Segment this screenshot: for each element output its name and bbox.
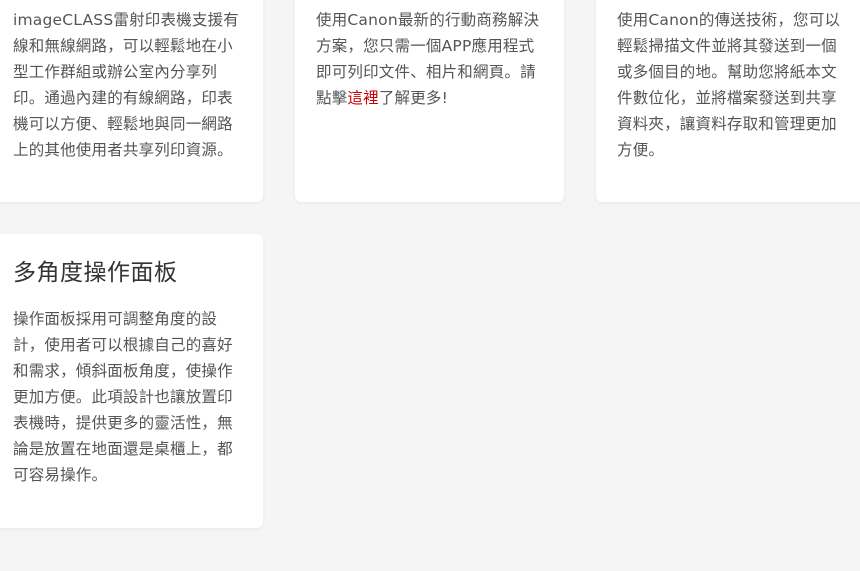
link-prefix: 點擊: [316, 89, 348, 107]
text-line: 論是放置在地面還是桌櫃上，都: [13, 440, 233, 458]
card-title: 多角度操作面板: [13, 260, 178, 286]
feature-card-send: 使用Canon的傳送技術，您可以 輕鬆掃描文件並將其發送到一個 或多個目的地。幫…: [596, 0, 860, 202]
text-line: 操作面板採用可調整角度的設: [13, 310, 218, 328]
text-line: 方案，您只需一個APP應用程式: [316, 37, 535, 55]
feature-cards-page: imageCLASS雷射印表機支援有 線和無線網路，可以輕鬆地在小 型工作群組或…: [0, 0, 860, 571]
text-line: 使用Canon的傳送技術，您可以: [617, 11, 841, 29]
text-line-with-link: 點擊這裡了解更多!: [316, 85, 564, 111]
card-description: 操作面板採用可調整角度的設 計，使用者可以根據自己的喜好 和需求，傾斜面板角度，…: [13, 306, 263, 488]
learn-more-link[interactable]: 這裡: [347, 89, 378, 107]
text-line: 即可列印文件、相片和網頁。請: [316, 63, 536, 81]
text-line: 或多個目的地。幫助您將紙本文: [617, 63, 837, 81]
link-suffix: 了解更多!: [378, 89, 449, 107]
text-line: 機可以方便、輕鬆地與同一網路: [13, 115, 233, 133]
card-description: imageCLASS雷射印表機支援有 線和無線網路，可以輕鬆地在小 型工作群組或…: [13, 7, 263, 163]
text-line: 和需求，傾斜面板角度，使操作: [13, 362, 233, 380]
card-description: 使用Canon最新的行動商務解決 方案，您只需一個APP應用程式 即可列印文件、…: [316, 7, 564, 111]
text-line: 型工作群組或辦公室內分享列: [13, 63, 218, 81]
text-line: 可容易操作。: [13, 466, 108, 484]
text-line: 線和無線網路，可以輕鬆地在小: [13, 37, 233, 55]
text-line: 上的其他使用者共享列印資源。: [13, 141, 233, 159]
text-line: 表機時，提供更多的靈活性，無: [13, 414, 233, 432]
feature-card-mobile: 使用Canon最新的行動商務解決 方案，您只需一個APP應用程式 即可列印文件、…: [295, 0, 564, 202]
text-line: 計，使用者可以根據自己的喜好: [13, 336, 233, 354]
text-line: 輕鬆掃描文件並將其發送到一個: [617, 37, 837, 55]
text-line: 方便。: [617, 141, 665, 159]
feature-card-control-panel: 多角度操作面板 操作面板採用可調整角度的設 計，使用者可以根據自己的喜好 和需求…: [0, 234, 263, 528]
text-line: 更加方便。此項設計也讓放置印: [13, 388, 233, 406]
card-description: 使用Canon的傳送技術，您可以 輕鬆掃描文件並將其發送到一個 或多個目的地。幫…: [617, 7, 860, 163]
text-line: 件數位化，並將檔案發送到共享: [617, 89, 837, 107]
feature-card-network: imageCLASS雷射印表機支援有 線和無線網路，可以輕鬆地在小 型工作群組或…: [0, 0, 263, 202]
text-line: 印。通過內建的有線網路，印表: [13, 89, 233, 107]
text-line: 使用Canon最新的行動商務解決: [316, 11, 540, 29]
text-line: 資料夾，讓資料存取和管理更加: [617, 115, 837, 133]
text-line: imageCLASS雷射印表機支援有: [13, 11, 239, 29]
